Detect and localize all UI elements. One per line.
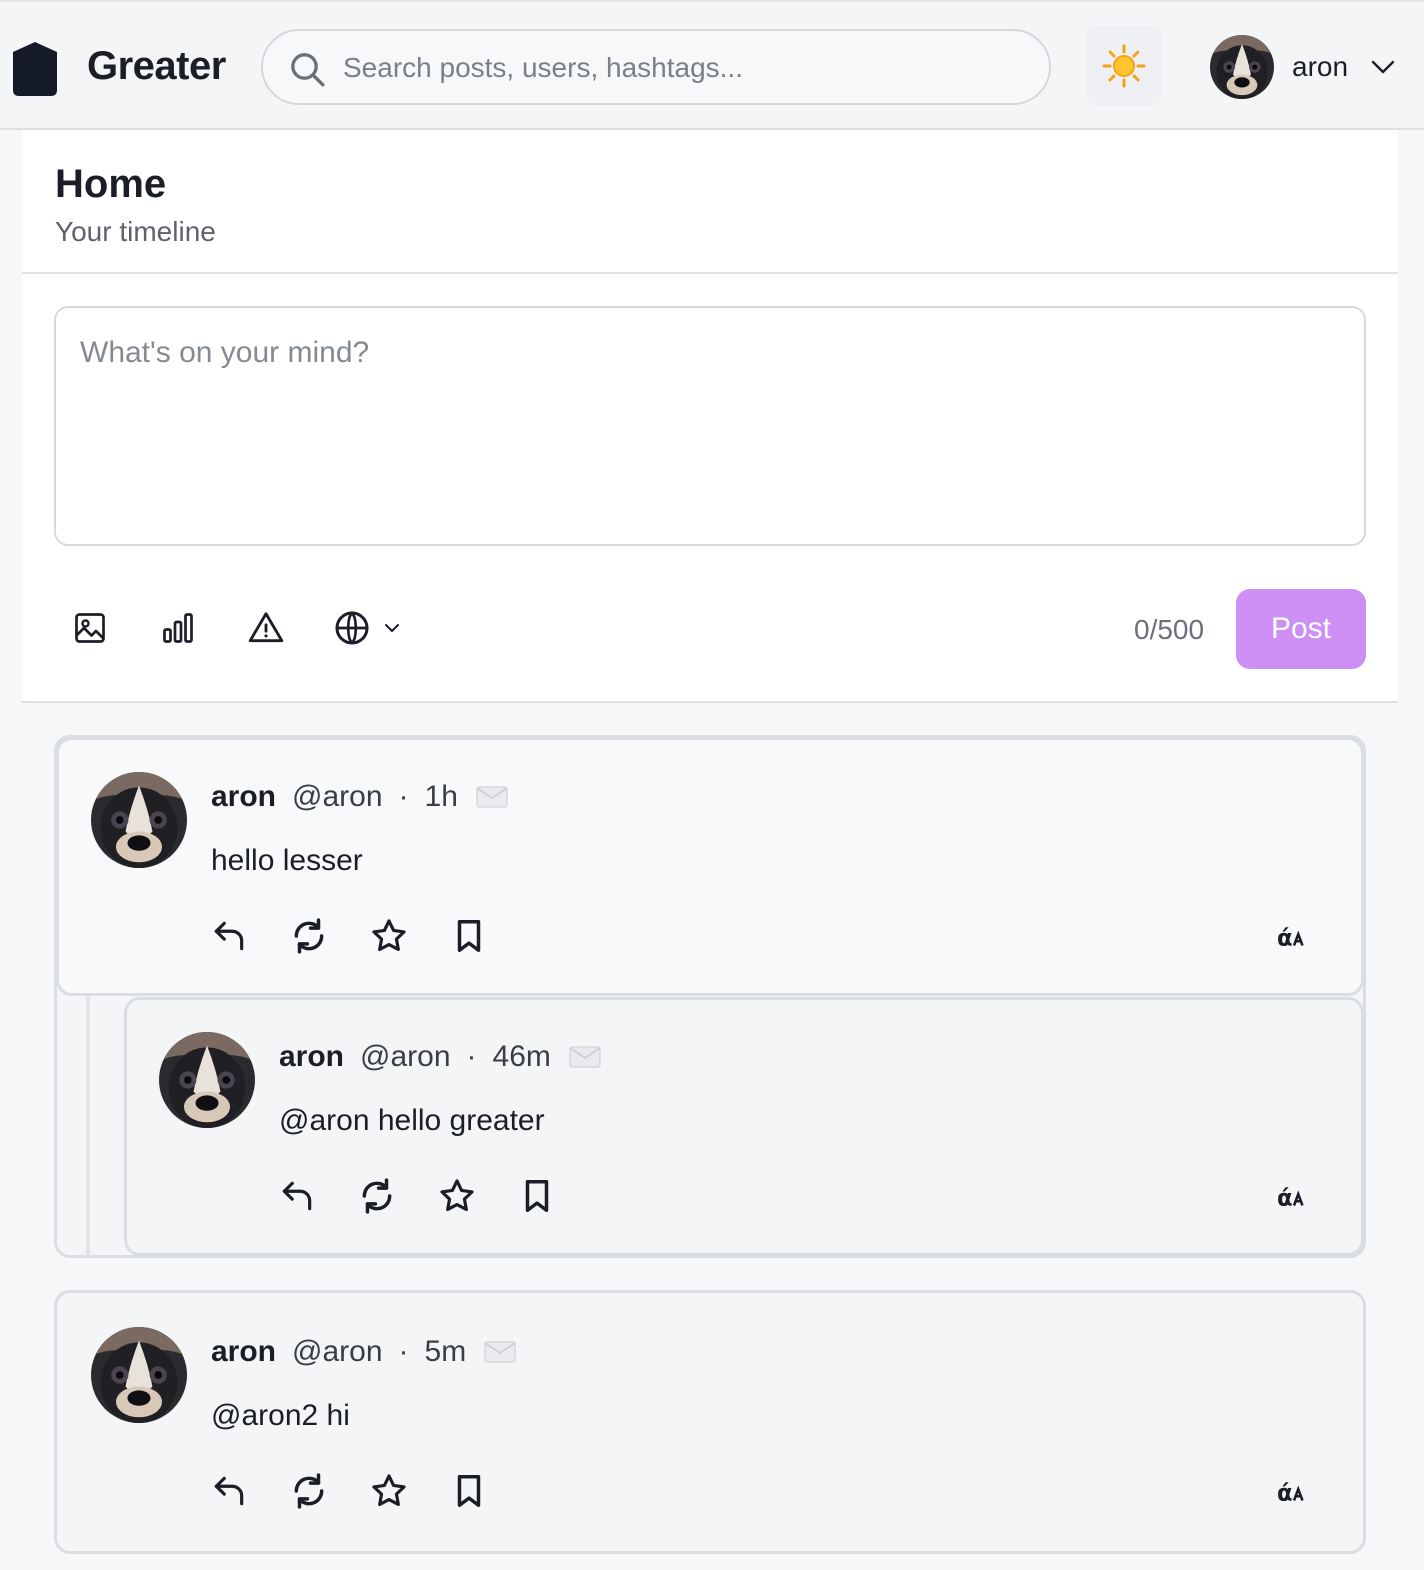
bookmark-button[interactable]	[517, 1176, 557, 1216]
favorite-button[interactable]	[437, 1176, 477, 1216]
page-subtitle: Your timeline	[55, 216, 216, 247]
bookmark-button[interactable]	[449, 916, 489, 956]
theme-toggle-button[interactable]	[1085, 26, 1163, 106]
boost-button[interactable]	[289, 1471, 329, 1511]
avatar[interactable]	[91, 1327, 187, 1423]
divider	[22, 272, 1398, 274]
favorite-button[interactable]	[369, 916, 409, 956]
poll-icon	[163, 613, 193, 643]
translate-icon	[1277, 1475, 1311, 1509]
warning-icon	[248, 612, 284, 643]
reply-icon	[210, 917, 248, 955]
globe-icon	[335, 611, 369, 645]
avatar[interactable]	[159, 1032, 255, 1128]
author-handle[interactable]: @aron	[360, 1040, 451, 1074]
favorite-button[interactable]	[369, 1471, 409, 1511]
user-avatar[interactable]	[1210, 35, 1274, 99]
translate-button[interactable]	[1277, 1475, 1311, 1509]
author-name[interactable]: aron	[211, 1335, 276, 1369]
post-actions	[277, 1176, 597, 1216]
post-time[interactable]: 5m	[425, 1335, 467, 1369]
image-icon	[75, 613, 105, 643]
translate-button[interactable]	[1277, 920, 1311, 954]
author-handle[interactable]: @aron	[292, 780, 383, 814]
page-title: Home	[55, 162, 167, 206]
reply-button[interactable]	[277, 1176, 317, 1216]
boost-icon	[358, 1177, 396, 1215]
reply-card[interactable]: aron @aron · 46m @aron hello greater	[124, 997, 1364, 1256]
add-poll-button[interactable]	[158, 608, 198, 648]
chevron-down-icon[interactable]	[1370, 57, 1396, 77]
post-time[interactable]: 46m	[493, 1040, 551, 1074]
bookmark-icon	[450, 917, 488, 955]
chevron-down-icon	[385, 624, 399, 632]
boost-button[interactable]	[357, 1176, 397, 1216]
star-icon	[370, 1472, 408, 1510]
top-navigation-bar: Greater aron	[0, 0, 1424, 130]
content-warning-button[interactable]	[246, 608, 286, 648]
home-panel: Home Your timeline 0/500 Post	[22, 130, 1398, 702]
add-image-button[interactable]	[70, 608, 110, 648]
reply-icon	[210, 1472, 248, 1510]
author-name[interactable]: aron	[211, 780, 276, 814]
bookmark-icon	[450, 1472, 488, 1510]
post-text: @aron hello greater	[279, 1104, 545, 1137]
bookmark-button[interactable]	[449, 1471, 489, 1511]
post-button[interactable]: Post	[1236, 589, 1366, 669]
bookmark-icon	[518, 1177, 556, 1215]
post-actions	[209, 916, 529, 956]
author-name[interactable]: aron	[279, 1040, 344, 1074]
character-counter: 0/500	[1134, 614, 1205, 645]
search-bar[interactable]	[261, 29, 1051, 105]
compose-textarea[interactable]	[80, 336, 1330, 516]
post-text: hello lesser	[211, 844, 363, 877]
avatar[interactable]	[91, 772, 187, 868]
user-menu[interactable]: aron	[1210, 35, 1396, 99]
app-name[interactable]: Greater	[87, 44, 226, 89]
post-actions	[209, 1471, 529, 1511]
thread-line	[86, 994, 90, 1256]
separator: ·	[398, 1335, 409, 1368]
user-name[interactable]: aron	[1292, 51, 1348, 83]
separator: ·	[398, 780, 409, 813]
translate-button[interactable]	[1277, 1180, 1311, 1214]
reply-button[interactable]	[209, 916, 249, 956]
reply-button[interactable]	[209, 1471, 249, 1511]
post-card[interactable]: aron @aron · 1h hello lesser	[56, 737, 1364, 996]
mail-icon	[569, 1046, 601, 1068]
reply-icon	[278, 1177, 316, 1215]
search-input[interactable]	[343, 45, 1023, 91]
boost-icon	[290, 1472, 328, 1510]
compose-box[interactable]	[54, 306, 1366, 546]
divider	[22, 701, 1398, 703]
translate-icon	[1277, 1180, 1311, 1214]
mail-icon	[476, 786, 508, 808]
mail-icon	[484, 1341, 516, 1363]
post-meta: aron @aron · 5m	[211, 1335, 516, 1369]
greater-logo-icon[interactable]	[10, 40, 60, 98]
author-handle[interactable]: @aron	[292, 1335, 383, 1369]
star-icon	[438, 1177, 476, 1215]
search-icon	[291, 53, 325, 87]
post-card[interactable]: aron @aron · 5m @aron2 hi	[54, 1290, 1366, 1554]
post-time[interactable]: 1h	[425, 780, 458, 814]
visibility-selector[interactable]	[332, 608, 408, 648]
post-text: @aron2 hi	[211, 1399, 350, 1432]
translate-icon	[1277, 920, 1311, 954]
boost-icon	[290, 917, 328, 955]
separator: ·	[466, 1040, 477, 1073]
post-meta: aron @aron · 1h	[211, 780, 508, 814]
boost-button[interactable]	[289, 916, 329, 956]
star-icon	[370, 917, 408, 955]
sun-icon	[1102, 44, 1146, 88]
post-meta: aron @aron · 46m	[279, 1040, 601, 1074]
